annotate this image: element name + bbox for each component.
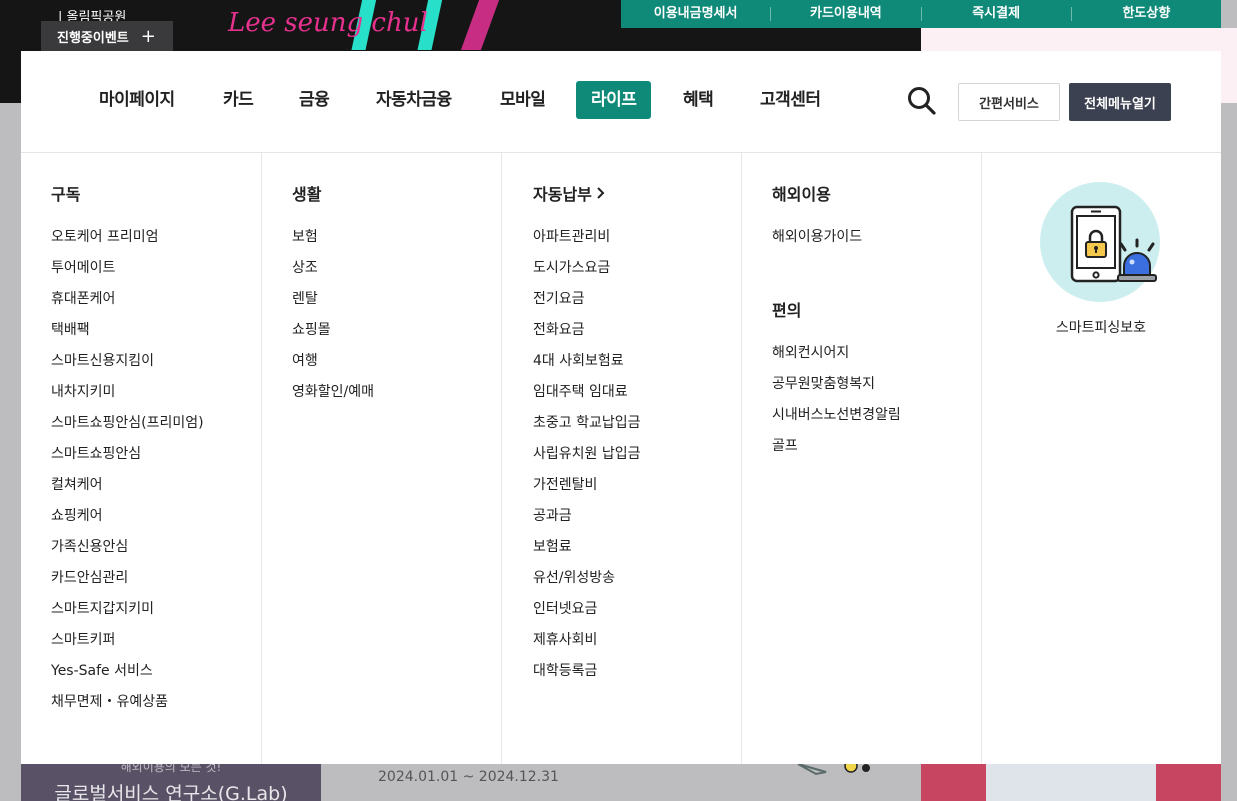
nav-mypage[interactable]: 마이페이지 bbox=[84, 81, 190, 119]
menu-link[interactable]: 전기요금 bbox=[533, 289, 641, 320]
quick-link[interactable]: 한도상향 bbox=[1070, 7, 1221, 21]
menu-link[interactable]: 유선/위성방송 bbox=[533, 568, 641, 599]
menu-link[interactable]: 아파트관리비 bbox=[533, 227, 641, 258]
section-title[interactable]: 편의 bbox=[772, 297, 801, 321]
ongoing-events-button[interactable]: 진행중이벤트 + bbox=[41, 21, 173, 51]
menu-column-subscription: 구독 오토케어 프리미엄 투어메이트 휴대폰케어 택배팩 스마트신용지킴이 내차… bbox=[21, 153, 262, 764]
menu-link[interactable]: 가족신용안심 bbox=[51, 537, 204, 568]
menu-link[interactable]: 택배팩 bbox=[51, 320, 204, 351]
menu-link[interactable]: 스마트쇼핑안심(프리미엄) bbox=[51, 413, 204, 444]
section-title-label: 해외이용 bbox=[772, 185, 831, 204]
menu-link[interactable]: 채무면제・유예상품 bbox=[51, 692, 204, 723]
section-title[interactable]: 자동납부 bbox=[533, 181, 606, 205]
menu-link[interactable]: 렌탈 bbox=[292, 289, 374, 320]
nav-card[interactable]: 카드 bbox=[208, 81, 268, 119]
nav-finance[interactable]: 금융 bbox=[284, 81, 344, 119]
quick-link[interactable]: 이용내금명세서 bbox=[621, 7, 770, 21]
section-list: 해외이용가이드 bbox=[772, 227, 862, 258]
section-title-label: 편의 bbox=[772, 301, 802, 320]
menu-column-autopay: 자동납부 아파트관리비 도시가스요금 전기요금 전화요금 4대 사회보험료 임대… bbox=[501, 153, 742, 764]
glab-title: 글로벌서비스 연구소(G.Lab) bbox=[54, 783, 288, 801]
menu-link[interactable]: Yes-Safe 서비스 bbox=[51, 661, 204, 692]
menu-link[interactable]: 내차지키미 bbox=[51, 382, 204, 413]
section-list: 해외컨시어지 공무원맞춤형복지 시내버스노선변경알림 골프 bbox=[772, 343, 901, 467]
menu-link[interactable]: 보험료 bbox=[533, 537, 641, 568]
menu-link[interactable]: 대학등록금 bbox=[533, 661, 641, 692]
menu-link[interactable]: 해외컨시어지 bbox=[772, 343, 901, 374]
menu-link[interactable]: 공과금 bbox=[533, 506, 641, 537]
menu-link[interactable]: 여행 bbox=[292, 351, 374, 382]
menu-link[interactable]: 4대 사회보험료 bbox=[533, 351, 641, 382]
menu-link[interactable]: 컬쳐케어 bbox=[51, 475, 204, 506]
menu-link[interactable]: 인터넷요금 bbox=[533, 599, 641, 630]
menu-link[interactable]: 골프 bbox=[772, 436, 901, 467]
section-title-label: 생활 bbox=[292, 185, 322, 204]
smart-phishing-promo[interactable] bbox=[1040, 182, 1160, 302]
glab-banner[interactable]: 해외이용의 모든 것! 글로벌서비스 연구소(G.Lab) bbox=[21, 760, 321, 801]
section-list: 아파트관리비 도시가스요금 전기요금 전화요금 4대 사회보험료 임대주택 임대… bbox=[533, 227, 641, 692]
section-title[interactable]: 생활 bbox=[292, 181, 321, 205]
promo-banner-rose[interactable] bbox=[921, 764, 1221, 801]
section-list: 오토케어 프리미엄 투어메이트 휴대폰케어 택배팩 스마트신용지킴이 내차지키미… bbox=[51, 227, 204, 723]
search-icon bbox=[908, 87, 936, 115]
section-title-label: 구독 bbox=[51, 185, 81, 204]
menu-link[interactable]: 보험 bbox=[292, 227, 374, 258]
nav-mobile[interactable]: 모바일 bbox=[485, 81, 560, 119]
menu-link[interactable]: 영화할인/예매 bbox=[292, 382, 374, 413]
menu-link[interactable]: 카드안심관리 bbox=[51, 568, 204, 599]
menu-link[interactable]: 시내버스노선변경알림 bbox=[772, 405, 901, 436]
menu-link[interactable]: 휴대폰케어 bbox=[51, 289, 204, 320]
chevron-right-icon bbox=[597, 187, 605, 199]
search-button[interactable] bbox=[904, 83, 940, 119]
menu-link[interactable]: 임대주택 임대료 bbox=[533, 382, 641, 413]
nav-customer-center[interactable]: 고객센터 bbox=[745, 81, 836, 119]
quick-links-bar: 이용내금명세서 카드이용내역 즉시결제 한도상향 bbox=[621, 0, 1221, 28]
section-title[interactable]: 해외이용 bbox=[772, 181, 831, 205]
menu-link[interactable]: 공무원맞춤형복지 bbox=[772, 374, 901, 405]
promo-banner-image bbox=[986, 764, 1156, 801]
menu-link[interactable]: 제휴사회비 bbox=[533, 630, 641, 661]
easy-service-button[interactable]: 간편서비스 bbox=[958, 83, 1060, 121]
nav-auto-finance[interactable]: 자동차금융 bbox=[361, 81, 467, 119]
phone-lock-siren-icon bbox=[1070, 205, 1157, 283]
menu-link[interactable]: 투어메이트 bbox=[51, 258, 204, 289]
menu-link[interactable]: 전화요금 bbox=[533, 320, 641, 351]
nav-life[interactable]: 라이프 bbox=[576, 81, 652, 119]
section-title-label: 자동납부 bbox=[533, 185, 592, 204]
menu-link[interactable]: 스마트키퍼 bbox=[51, 630, 204, 661]
menu-link[interactable]: 해외이용가이드 bbox=[772, 227, 862, 258]
section-list: 보험 상조 렌탈 쇼핑몰 여행 영화할인/예매 bbox=[292, 227, 374, 413]
menu-column-living: 생활 보험 상조 렌탈 쇼핑몰 여행 영화할인/예매 bbox=[261, 153, 502, 764]
event-date: 2024.01.01 ~ 2024.12.31 bbox=[378, 769, 559, 785]
plus-icon: + bbox=[140, 25, 156, 47]
menu-link[interactable]: 사립유치원 납입금 bbox=[533, 444, 641, 475]
menu-link[interactable]: 쇼핑케어 bbox=[51, 506, 204, 537]
ongoing-events-label: 진행중이벤트 bbox=[57, 30, 129, 46]
menu-column-overseas: 해외이용 해외이용가이드 편의 해외컨시어지 공무원맞춤형복지 시내버스노선변경… bbox=[741, 153, 982, 764]
menu-link[interactable]: 스마트신용지킴이 bbox=[51, 351, 204, 382]
menu-link[interactable]: 스마트쇼핑안심 bbox=[51, 444, 204, 475]
full-menu-button[interactable]: 전체메뉴열기 bbox=[1069, 83, 1171, 121]
smart-phishing-label[interactable]: 스마트피싱보호 bbox=[1022, 317, 1180, 337]
mega-menu-panel: 마이페이지 카드 금융 자동차금융 모바일 라이프 혜택 고객센터 간편서비스 … bbox=[21, 51, 1221, 764]
nav-benefits[interactable]: 혜택 bbox=[668, 81, 728, 119]
main-navigation: 마이페이지 카드 금융 자동차금융 모바일 라이프 혜택 고객센터 간편서비스 … bbox=[21, 51, 1221, 153]
menu-link[interactable]: 스마트지갑지키미 bbox=[51, 599, 204, 630]
menu-link[interactable]: 상조 bbox=[292, 258, 374, 289]
quick-link[interactable]: 카드이용내역 bbox=[770, 7, 920, 21]
menu-link[interactable]: 가전렌탈비 bbox=[533, 475, 641, 506]
menu-link[interactable]: 오토케어 프리미엄 bbox=[51, 227, 204, 258]
menu-link[interactable]: 쇼핑몰 bbox=[292, 320, 374, 351]
quick-link[interactable]: 즉시결제 bbox=[920, 7, 1071, 21]
section-title[interactable]: 구독 bbox=[51, 181, 80, 205]
menu-link[interactable]: 초중고 학교납입금 bbox=[533, 413, 641, 444]
menu-link[interactable]: 도시가스요금 bbox=[533, 258, 641, 289]
